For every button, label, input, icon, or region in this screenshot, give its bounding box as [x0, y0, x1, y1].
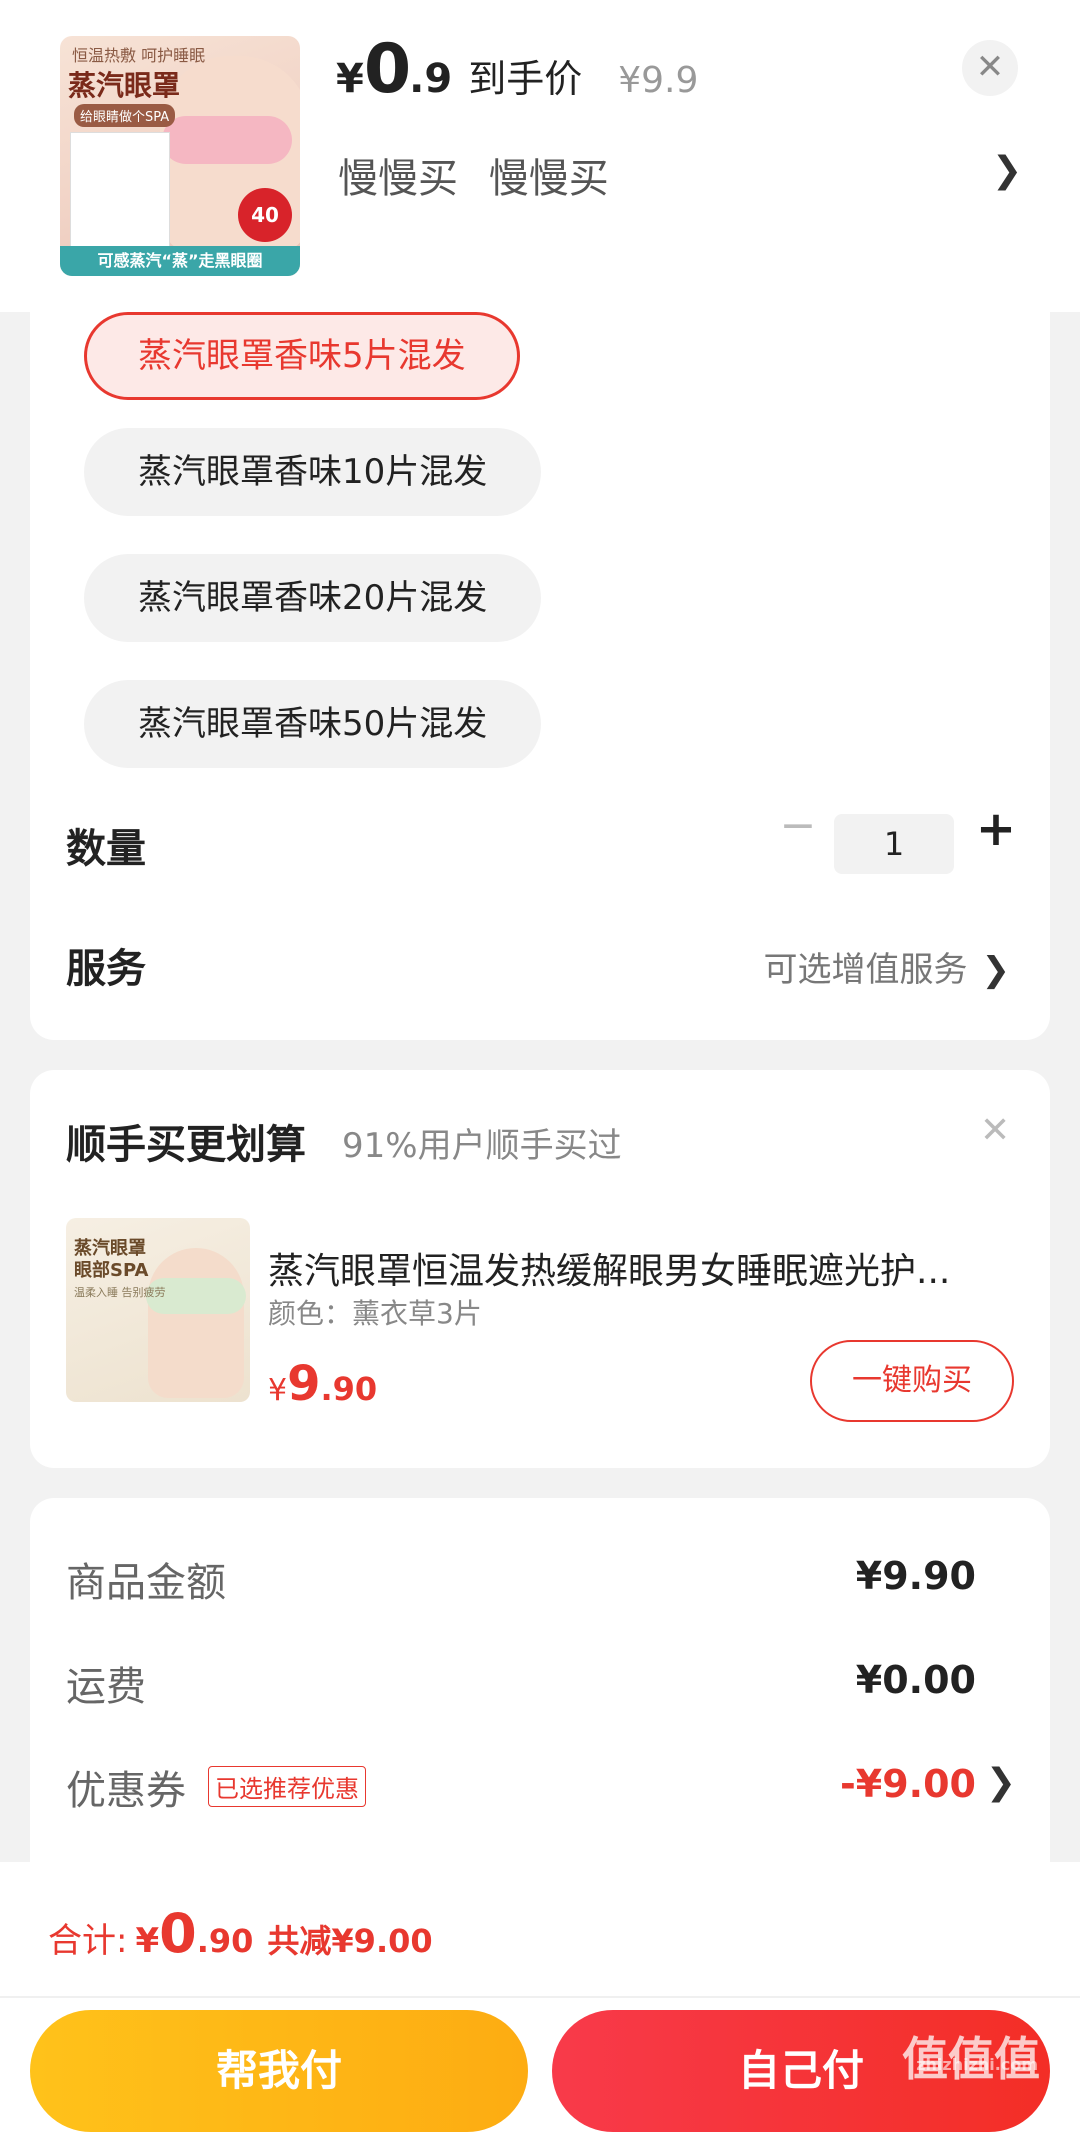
chevron-right-icon: ❯: [981, 950, 1011, 990]
bundle-subtitle: 91%用户顺手买过: [342, 1126, 622, 1166]
selected-variant-part: 慢慢买: [338, 156, 458, 202]
thumb-bottom-text: 可感蒸汽“蒸”走黑眼圈: [60, 246, 300, 276]
close-icon[interactable]: ✕: [962, 40, 1018, 96]
service-selector[interactable]: 可选增值服务 ❯: [764, 942, 1011, 991]
order-summary-card: 商品金额 ¥9.90 运费 ¥0.00 优惠券 已选推荐优惠 -¥9.00 ❯: [30, 1498, 1050, 1898]
bundle-product-price: ¥ 9 .90: [268, 1356, 377, 1412]
thumb-badge: 40: [238, 188, 292, 242]
bundle-thumb-title: 蒸汽眼罩 眼部SPA: [74, 1238, 149, 1281]
watermark-url: zhizhizhi.com: [916, 2055, 1038, 2074]
price-integer: 0: [159, 1902, 197, 1965]
option-chip-50pcs[interactable]: 蒸汽眼罩香味50片混发: [84, 680, 542, 768]
quantity-plus-button[interactable]: +: [972, 805, 1020, 854]
bundle-product-name[interactable]: 蒸汽眼罩恒温发热缓解眼男女睡眠遮光护...: [268, 1242, 1028, 1294]
option-chip-5pcs[interactable]: 蒸汽眼罩香味5片混发: [84, 312, 520, 400]
shipping-value: ¥0.00: [855, 1658, 976, 1702]
bundle-product-thumbnail[interactable]: 蒸汽眼罩 眼部SPA 温柔入睡 告别疲劳: [66, 1218, 250, 1402]
one-click-buy-button[interactable]: 一键购买: [810, 1340, 1014, 1422]
selected-variant-part: 慢慢买: [488, 156, 609, 202]
service-label: 服务: [66, 946, 146, 992]
option-chip-20pcs[interactable]: 蒸汽眼罩香味20片混发: [84, 554, 542, 642]
total-label: 合计:: [48, 1921, 128, 1961]
total-savings: 共减¥9.00: [267, 1922, 433, 1960]
goods-amount-row: 商品金额 ¥9.90: [66, 1550, 1016, 1610]
product-box-image: [70, 132, 170, 252]
bundle-title: 顺手买更划算: [66, 1122, 306, 1168]
thumb-top-text: 恒温热敷 呵护睡眠: [72, 46, 206, 65]
coupon-row[interactable]: 优惠券 已选推荐优惠 -¥9.00 ❯: [66, 1758, 1016, 1818]
coupon-label: 优惠券: [66, 1768, 186, 1814]
price-integer: 0: [363, 30, 411, 109]
quantity-input[interactable]: 1: [834, 814, 954, 874]
bundle-product-spec: 颜色：薰衣草3片: [268, 1297, 482, 1330]
coupon-value: -¥9.00: [840, 1762, 976, 1806]
eye-mask-image: [162, 116, 292, 164]
thumb-title: 蒸汽眼罩: [68, 69, 181, 102]
price-currency: ¥: [135, 1921, 160, 1961]
price-decimal: .90: [320, 1370, 378, 1408]
shipping-row: 运费 ¥0.00: [66, 1654, 1016, 1714]
service-value: 可选增值服务: [763, 950, 968, 990]
price-decimal: .90: [196, 1922, 254, 1960]
selected-variant[interactable]: 慢慢买 慢慢买: [338, 146, 627, 204]
coupon-tag: 已选推荐优惠: [208, 1766, 366, 1807]
final-price: ¥ 0 .9 到手价 ¥9.9: [336, 30, 698, 110]
total-price: 合计: ¥ 0 .90 共减¥9.00: [48, 1902, 433, 1965]
bundle-thumb-subtitle: 温柔入睡 告别疲劳: [74, 1286, 166, 1299]
quantity-minus-button[interactable]: −: [778, 804, 818, 848]
bundle-card: 顺手买更划算 91%用户顺手买过 ✕ 蒸汽眼罩 眼部SPA 温柔入睡 告别疲劳 …: [30, 1070, 1050, 1468]
shipping-label: 运费: [66, 1664, 146, 1710]
pay-myself-button[interactable]: 自己付 值值值 zhizhizhi.com: [552, 2010, 1050, 2132]
option-chip-10pcs[interactable]: 蒸汽眼罩香味10片混发: [84, 428, 542, 516]
model-face-image: [148, 1248, 244, 1398]
product-header: 恒温热敷 呵护睡眠 蒸汽眼罩 给眼睛做个SPA 40 可感蒸汽“蒸”走黑眼圈 ¥…: [0, 0, 1080, 312]
checkout-footer: 合计: ¥ 0 .90 共减¥9.00 帮我付 自己付 值值值 zhizhizh…: [0, 1862, 1080, 2142]
price-decimal: .9: [409, 56, 453, 102]
original-price: ¥9.9: [618, 60, 699, 101]
pay-myself-label: 自己付: [737, 2046, 864, 2095]
goods-amount-label: 商品金额: [66, 1560, 226, 1606]
chevron-right-icon[interactable]: ❯: [992, 150, 1022, 191]
price-currency: ¥: [268, 1373, 288, 1408]
chevron-right-icon: ❯: [985, 1762, 1016, 1803]
price-integer: 9: [287, 1356, 321, 1412]
goods-amount-value: ¥9.90: [855, 1554, 976, 1598]
thumb-subtitle: 给眼睛做个SPA: [74, 104, 176, 127]
options-card: 蒸汽眼罩香味5片混发 蒸汽眼罩香味10片混发 蒸汽眼罩香味20片混发 蒸汽眼罩香…: [30, 312, 1050, 1040]
help-me-pay-button[interactable]: 帮我付: [30, 2010, 528, 2132]
price-tag-label: 到手价: [468, 57, 583, 101]
quantity-label: 数量: [66, 826, 146, 872]
price-currency: ¥: [336, 56, 364, 102]
close-icon[interactable]: ✕: [980, 1110, 1010, 1151]
product-thumbnail: 恒温热敷 呵护睡眠 蒸汽眼罩 给眼睛做个SPA 40 可感蒸汽“蒸”走黑眼圈: [60, 36, 300, 276]
